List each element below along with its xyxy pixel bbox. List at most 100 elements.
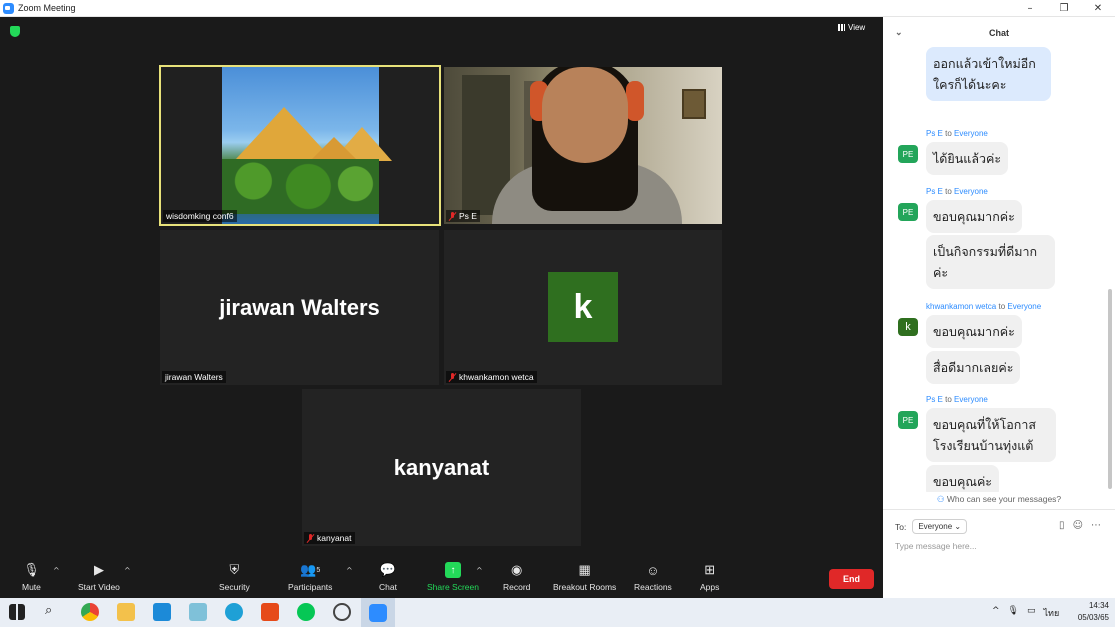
chat-message: ขอบคุณที่ให้โอกาสโรงเรียนบ้านทุ่งแต้ [926,408,1056,462]
chat-message: เป็นกิจกรรมที่ดีมากค่ะ [926,235,1055,289]
participants-count: 5 [316,566,321,574]
sender-avatar: PE [898,203,918,221]
who-can-see-link[interactable]: ⚇ Who can see your messages? [883,494,1115,505]
message-sender: khwankamon wetca to Everyone [926,302,1042,311]
zoom-app-icon [3,2,14,14]
apps-button[interactable]: ⊞ Apps [700,562,719,592]
message-sender: Ps E to Everyone [926,187,988,196]
participant-name-label: Ps E [446,210,480,222]
sender-avatar: k [898,318,918,336]
security-button[interactable]: ⛨ Security [219,562,250,592]
chrome-icon[interactable] [81,603,99,621]
sender-avatar: PE [898,411,918,429]
network-icon[interactable]: ▭ [1027,606,1036,620]
video-tile-khwankamon[interactable]: k khwankamon wetca [444,230,722,385]
reactions-icon: ☺ [646,562,660,578]
share-screen-button[interactable]: ↑ Share Screen [427,562,479,592]
chat-message: ได้ยินแล้วค่ะ [926,142,1009,175]
sender-avatar: PE [898,145,918,163]
minimize-button[interactable]: – [1013,0,1047,17]
zoom-taskbar-item[interactable] [361,598,395,627]
edge-icon[interactable] [225,603,243,621]
file-explorer-icon[interactable] [117,603,135,621]
share-options-caret-icon[interactable]: ^ [476,566,483,575]
apps-icon: ⊞ [704,562,716,577]
chat-tools: ▯ ☺ ⋯ [1059,520,1101,531]
time: 14:34 [1088,601,1109,610]
more-icon[interactable]: ⋯ [1091,520,1101,531]
system-tray: ^ 🎙 ▭ ไทย [992,606,1059,620]
message-input[interactable]: Type message here... [895,541,977,551]
video-tile-jirawan[interactable]: jirawan Walters jirawan Walters [160,230,439,385]
chat-panel: ⌄ Chat ออกแล้วเข้าใหม่อีกใครก็ได้นะคะ Ps… [883,17,1115,598]
microphone-icon[interactable]: 🎙 [1008,606,1019,620]
mute-button[interactable]: 🎙 Mute [22,562,41,592]
end-meeting-button[interactable]: End [829,569,874,589]
audio-options-caret-icon[interactable]: ^ [53,566,60,575]
video-tile-kanyanat[interactable]: kanyanat kanyanat [302,389,581,546]
grid-icon [838,24,845,31]
message-sender: Ps E to Everyone [926,395,988,404]
video-options-caret-icon[interactable]: ^ [124,566,131,575]
language-indicator[interactable]: ไทย [1044,606,1060,620]
chat-bubble-icon: 💬 [379,562,397,577]
obs-icon[interactable] [333,603,351,621]
record-button[interactable]: ◉ Record [503,562,530,592]
participant-name-label: wisdomking conf6 [163,210,237,222]
windows-taskbar: ⌕ ^ 🎙 ▭ ไทย 14:34 05/03/65 [0,598,1115,627]
message-sender: Ps E to Everyone [926,129,988,138]
breakout-rooms-button[interactable]: ▦ Breakout Rooms [553,562,616,592]
windows-start-icon[interactable] [9,604,25,620]
clock[interactable]: 14:34 05/03/65 [1078,600,1109,624]
office-icon[interactable] [261,603,279,621]
restore-button[interactable]: ❐ [1047,0,1081,17]
chat-message: ออกแล้วเข้าใหม่อีกใครก็ได้นะคะ [926,47,1051,101]
participants-button[interactable]: 👥 5 Participants [288,562,332,592]
chat-message-list[interactable]: ออกแล้วเข้าใหม่อีกใครก็ได้นะคะ Ps E to E… [883,37,1115,492]
shield-icon: ⛨ [229,562,240,577]
view-button[interactable]: View [838,23,865,32]
security-shield-icon[interactable] [10,26,20,37]
emoji-icon[interactable]: ☺ [1073,520,1083,531]
video-feed [222,67,392,224]
date: 05/03/65 [1077,613,1109,622]
reactions-button[interactable]: ☺ Reactions [634,562,672,593]
line-icon[interactable] [297,603,315,621]
app-l-icon[interactable] [153,603,171,621]
start-video-button[interactable]: ▶ Start Video [78,562,120,592]
chevron-up-icon[interactable]: ^ [992,606,1000,620]
close-button[interactable]: ✕ [1081,0,1115,17]
video-off-icon: ▶ [93,562,104,577]
chat-scrollbar[interactable] [1108,289,1112,489]
chat-message: ขอบคุณมากค่ะ [926,200,1022,233]
participant-name-label: kanyanat [304,532,355,544]
chat-message: ขอบคุณมากค่ะ [926,315,1022,348]
share-screen-icon: ↑ [444,562,461,578]
video-feed [444,67,722,224]
view-label: View [848,23,866,32]
recipient-select[interactable]: Everyone ⌄ [912,519,968,534]
breakout-rooms-icon: ▦ [578,562,591,577]
record-icon: ◉ [511,562,523,577]
window-title-bar: Zoom Meeting – ❐ ✕ [0,0,1115,17]
app-notes-icon[interactable] [189,603,207,621]
meeting-toolbar: 🎙 Mute ^ ▶ Start Video ^ ⛨ Security 👥 5 P… [0,558,883,598]
file-icon[interactable]: ▯ [1059,520,1065,531]
participants-caret-icon[interactable]: ^ [346,566,353,575]
window-title: Zoom Meeting [18,3,76,13]
divider [883,509,1115,510]
recipient-row: To: Everyone ⌄ [895,519,968,534]
participant-display-name: kanyanat [393,454,490,480]
search-icon[interactable]: ⌕ [45,603,63,621]
video-tile-wisdomking[interactable]: wisdomking conf6 [159,65,441,226]
to-label: To: [895,521,907,532]
mic-muted-icon [449,372,456,382]
participant-name-label: khwankamon wetca [446,371,537,383]
people-icon: ⚇ [936,494,945,504]
chat-button[interactable]: 💬 Chat [379,562,397,592]
video-tile-ps-e[interactable]: Ps E [444,67,722,224]
chat-message: สื่อดีมากเลยค่ะ [926,351,1021,384]
participants-icon: 👥 5 [300,562,321,577]
participant-name-label: jirawan Walters [162,371,226,383]
microphone-icon: 🎙 [23,562,40,577]
